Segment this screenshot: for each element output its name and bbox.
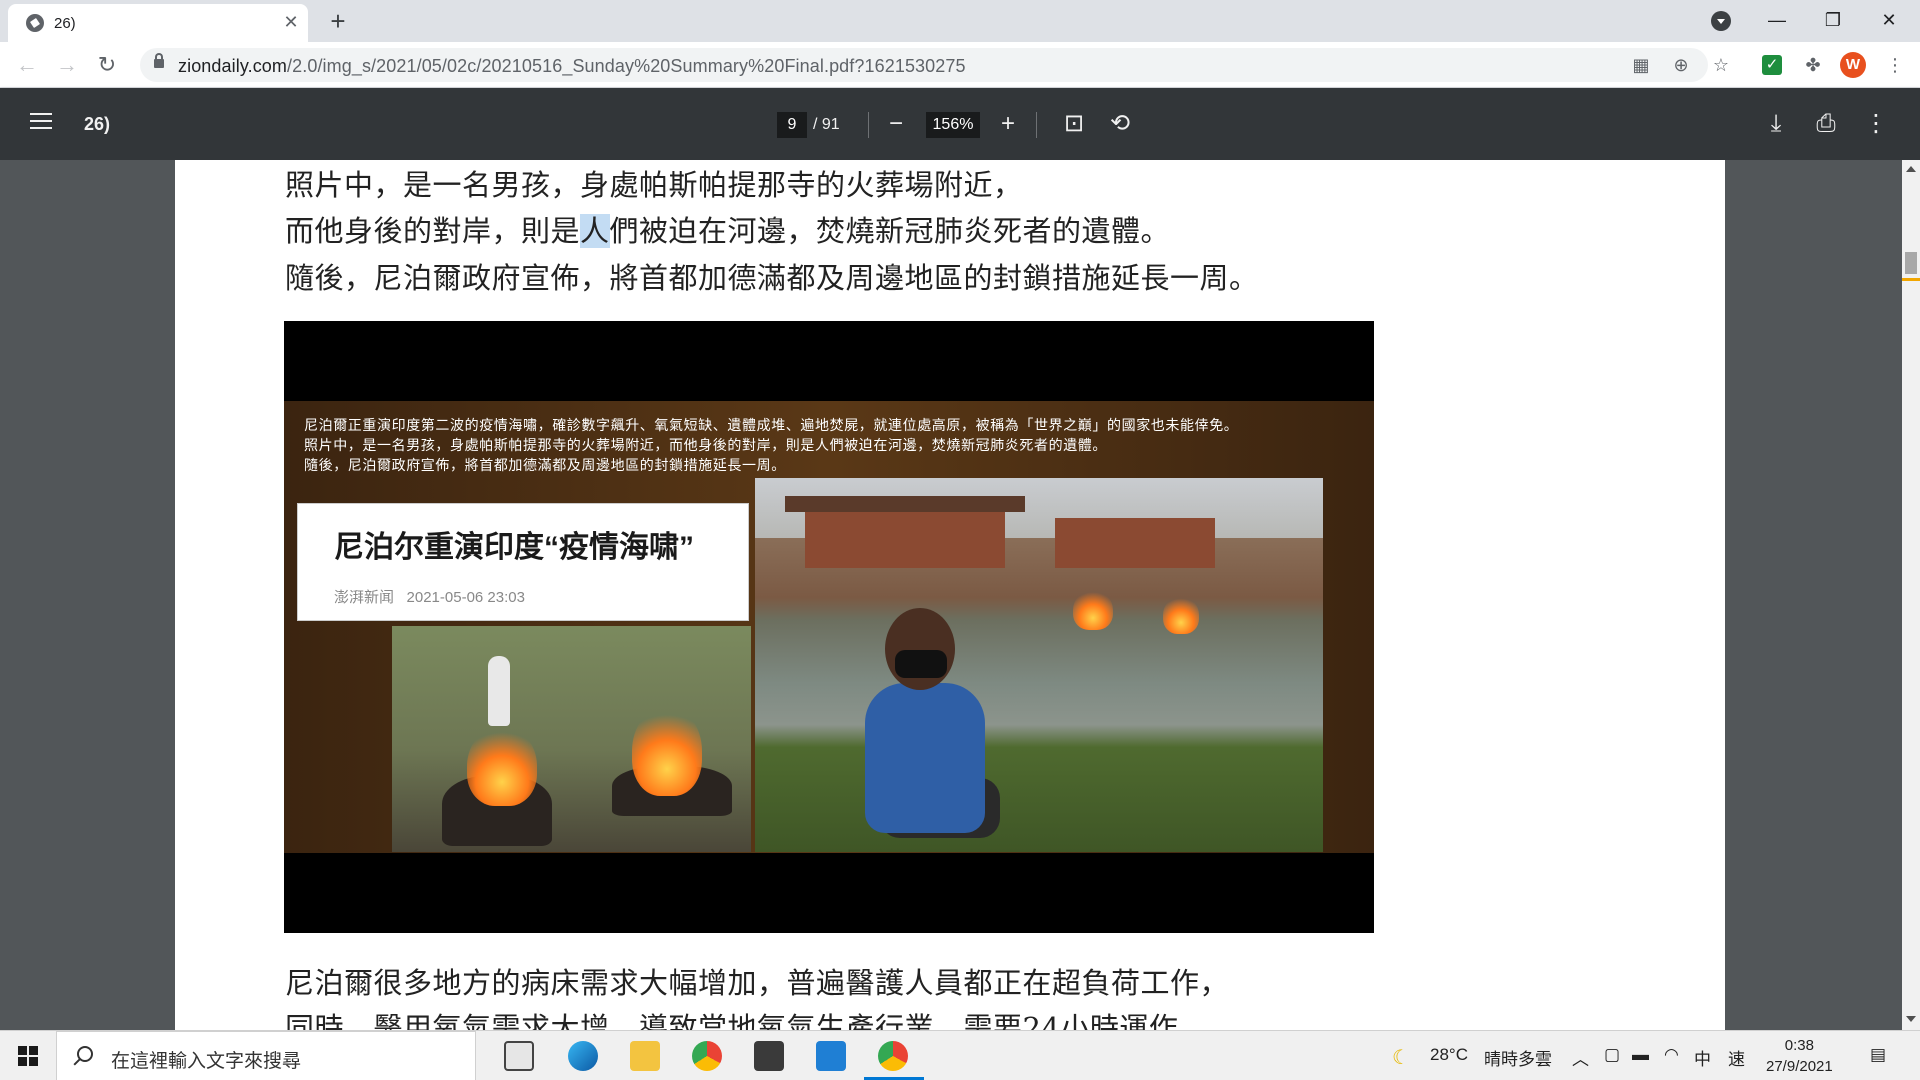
edge-icon[interactable] — [568, 1041, 598, 1071]
taskbar-search[interactable]: 在這裡輸入文字來搜尋 — [56, 1031, 476, 1080]
chrome-icon[interactable] — [878, 1041, 908, 1071]
download-icon[interactable]: ⤓ — [1762, 110, 1790, 138]
chrome-icon[interactable] — [692, 1041, 722, 1071]
system-clock[interactable]: 0:38 27/9/2021 — [1766, 1035, 1833, 1077]
pdf-toolbar: 26) 9 / 91 − 156% + ⊡ ⟲ ⤓ ⎙ ⋮ — [0, 88, 1920, 160]
document-line: 同時，醫用氧氣需求大增，導致當地氧氣生產行業，需要24小時運作。 — [285, 1011, 1208, 1030]
rotate-icon[interactable]: ⟲ — [1106, 110, 1134, 138]
scroll-down-arrow[interactable] — [1906, 1016, 1916, 1022]
weather-moon-icon[interactable]: ☾ — [1392, 1045, 1410, 1070]
vertical-scrollbar[interactable] — [1902, 160, 1920, 1030]
chrome-menu-icon[interactable]: ⋮ — [1880, 50, 1910, 80]
ime-language[interactable]: 中 — [1694, 1045, 1711, 1070]
face-mask — [895, 650, 947, 678]
document-line: 而他身後的對岸，則是人們被迫在河邊，焚燒新冠肺炎死者的遺體。 — [285, 214, 1171, 248]
task-view-icon[interactable] — [504, 1041, 534, 1071]
zoom-out-button[interactable]: − — [882, 110, 910, 138]
store-icon[interactable] — [754, 1041, 784, 1071]
text-selection: 人 — [580, 214, 610, 248]
photo-caption: 隨後，尼泊爾政府宣佈，將首都加德滿都及周邊地區的封鎖措施延長一周。 — [304, 457, 786, 473]
profile-avatar[interactable]: W — [1840, 52, 1866, 78]
address-bar[interactable]: ziondaily.com/2.0/img_s/2021/05/02c/2021… — [140, 48, 1729, 82]
cremation-photo — [392, 626, 751, 852]
fire-shape — [467, 726, 537, 806]
extension-check-icon[interactable]: ✓ — [1762, 55, 1782, 75]
zoom-icon[interactable]: ⊕ — [1670, 54, 1692, 76]
more-options-icon[interactable]: ⋮ — [1862, 110, 1890, 138]
scroll-thumb[interactable] — [1905, 252, 1917, 274]
network-icon[interactable]: ◠ — [1664, 1045, 1679, 1065]
browser-toolbar: ← → ↻ ziondaily.com/2.0/img_s/2021/05/02… — [0, 42, 1920, 88]
boy-figure — [865, 683, 985, 833]
news-meta: 澎湃新闻 2021-05-06 23:03 — [334, 589, 525, 606]
globe-icon — [26, 14, 44, 32]
meet-icon[interactable]: ▢ — [1604, 1045, 1620, 1065]
battery-icon[interactable]: ▬ — [1632, 1045, 1649, 1065]
weather-temp[interactable]: 28°C — [1430, 1045, 1468, 1065]
document-line: 尼泊爾很多地方的病床需求大幅增加，普遍醫護人員都正在超負荷工作， — [285, 966, 1230, 1000]
ime-mode[interactable]: 速 — [1728, 1045, 1745, 1070]
tab-search-icon[interactable] — [1711, 11, 1731, 31]
temple-building — [805, 508, 1005, 568]
pdf-viewport[interactable]: 照片中，是一名男孩，身處帕斯帕提那寺的火葬場附近， 而他身後的對岸，則是人們被迫… — [0, 160, 1920, 1030]
clock-date: 27/9/2021 — [1766, 1058, 1833, 1075]
pdf-title: 26) — [84, 114, 111, 134]
restore-button[interactable]: ❐ — [1810, 0, 1856, 40]
fire-shape — [632, 706, 702, 796]
zoom-in-button[interactable]: + — [994, 110, 1022, 138]
person-figure — [488, 656, 510, 726]
close-window-button[interactable]: ✕ — [1866, 0, 1912, 40]
translate-icon[interactable]: ▦ — [1630, 54, 1652, 76]
temple-building — [1055, 518, 1215, 568]
news-photo: 尼泊爾正重演印度第二波的疫情海嘯，確診數字飆升、氧氣短缺、遺體成堆、遍地焚屍，就… — [284, 321, 1374, 933]
start-button[interactable] — [18, 1046, 38, 1066]
photo-content: 尼泊爾正重演印度第二波的疫情海嘯，確診數字飆升、氧氣短缺、遺體成堆、遍地焚屍，就… — [284, 401, 1374, 853]
new-tab-button[interactable]: + — [324, 8, 352, 36]
scroll-marker — [1902, 278, 1920, 281]
fit-page-icon[interactable]: ⊡ — [1060, 110, 1088, 138]
mail-icon[interactable] — [816, 1041, 846, 1071]
minimize-button[interactable]: — — [1754, 0, 1800, 40]
page-number-input[interactable]: 9 — [777, 112, 807, 138]
news-headline: 尼泊尔重演印度“疫情海啸” — [334, 531, 694, 564]
weather-desc[interactable]: 晴時多雲 — [1484, 1045, 1552, 1070]
bookmark-star-icon[interactable]: ☆ — [1710, 54, 1732, 76]
search-placeholder: 在這裡輸入文字來搜尋 — [111, 1051, 302, 1072]
document-line: 隨後，尼泊爾政府宣佈，將首都加德滿都及周邊地區的封鎖措施延長一周。 — [285, 261, 1259, 295]
screen: 26) ✕ + — ❐ ✕ ← → ↻ ziondaily.com/2.0/im… — [0, 0, 1920, 1080]
tab-strip: 26) ✕ + — ❐ ✕ — [0, 0, 1920, 42]
photo-caption: 尼泊爾正重演印度第二波的疫情海嘯，確診數字飆升、氧氣短缺、遺體成堆、遍地焚屍，就… — [304, 417, 1239, 433]
photo-caption: 照片中，是一名男孩，身處帕斯帕提那寺的火葬場附近，而他身後的對岸，則是人們被迫在… — [304, 437, 1107, 453]
boy-riverside-photo — [755, 478, 1323, 852]
temple-roof — [785, 496, 1025, 512]
toolbar-divider — [868, 112, 869, 138]
back-button[interactable]: ← — [12, 50, 42, 80]
url-text[interactable]: ziondaily.com/2.0/img_s/2021/05/02c/2021… — [178, 56, 966, 77]
tray-overflow-icon[interactable]: ︿ — [1572, 1045, 1589, 1070]
windows-taskbar: 在這裡輸入文字來搜尋 ☾ 28°C 晴時多雲 ︿ ▢ ▬ ◠ 中 速 0:38 … — [0, 1030, 1920, 1080]
fire-shape — [1163, 596, 1199, 634]
reload-button[interactable]: ↻ — [92, 50, 122, 80]
close-tab-icon[interactable]: ✕ — [280, 11, 302, 33]
news-card: 尼泊尔重演印度“疫情海啸” 澎湃新闻 2021-05-06 23:03 — [297, 503, 749, 621]
pdf-page: 照片中，是一名男孩，身處帕斯帕提那寺的火葬場附近， 而他身後的對岸，則是人們被迫… — [175, 160, 1725, 1030]
page-total: / 91 — [813, 116, 840, 133]
toolbar-divider — [1036, 112, 1037, 138]
print-icon[interactable]: ⎙ — [1812, 110, 1840, 138]
zoom-level-input[interactable]: 156% — [926, 112, 980, 138]
search-icon — [77, 1046, 93, 1062]
extensions-puzzle-icon[interactable]: ✤ — [1798, 50, 1828, 80]
lock-icon[interactable] — [154, 53, 164, 68]
scroll-up-arrow[interactable] — [1906, 166, 1916, 172]
fire-shape — [1073, 590, 1113, 630]
hamburger-menu-icon[interactable] — [30, 113, 52, 131]
tab-title: 26) — [54, 15, 76, 32]
document-line: 照片中，是一名男孩，身處帕斯帕提那寺的火葬場附近， — [285, 168, 1023, 202]
browser-tab[interactable]: 26) ✕ — [8, 4, 308, 42]
clock-time: 0:38 — [1784, 1037, 1814, 1054]
file-explorer-icon[interactable] — [630, 1041, 660, 1071]
notification-icon[interactable]: ▤ — [1870, 1045, 1886, 1065]
forward-button[interactable]: → — [52, 50, 82, 80]
